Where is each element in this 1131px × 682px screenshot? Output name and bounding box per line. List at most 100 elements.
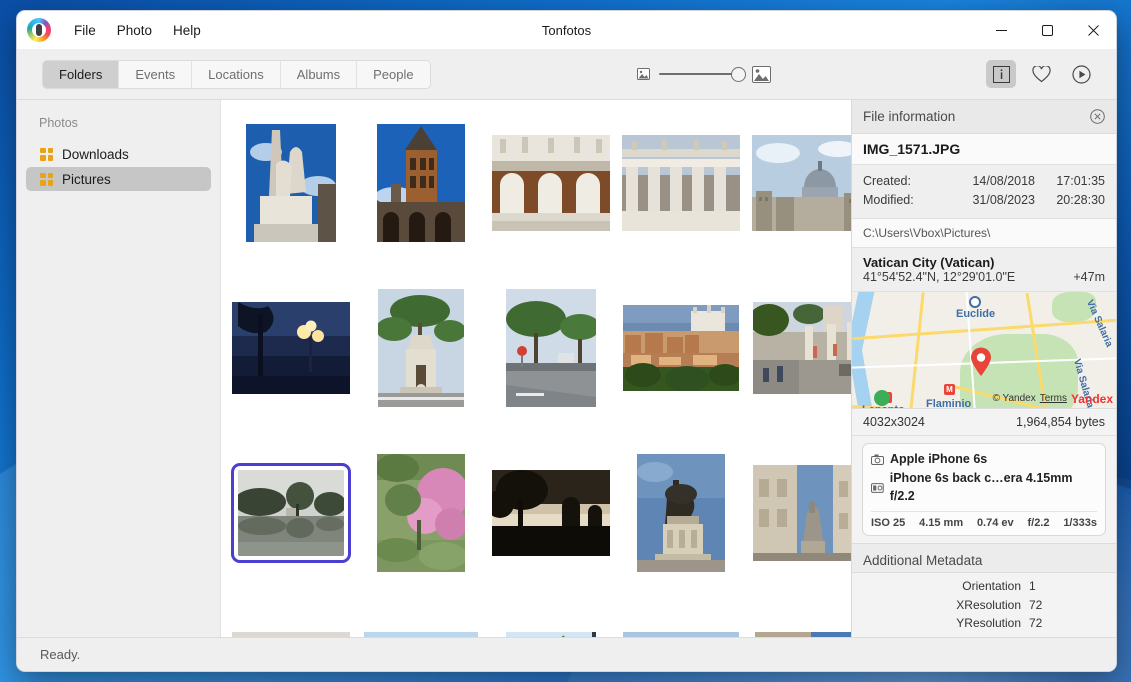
file-name: IMG_1571.JPG [863, 141, 1105, 157]
tonfotos-logo-icon [27, 18, 51, 42]
dome-skyline-photo[interactable] [752, 135, 851, 231]
photo-cell[interactable] [486, 595, 616, 637]
tab-locations[interactable]: Locations [192, 61, 281, 88]
sidebar-item-pictures[interactable]: Pictures [26, 167, 211, 191]
photo-cell[interactable] [486, 265, 616, 430]
info-button[interactable] [986, 60, 1016, 88]
zoom-control [637, 49, 771, 99]
metadata-key: YResolution [863, 614, 1021, 633]
basilica-bell-tower-photo[interactable] [377, 124, 465, 242]
photo-grid[interactable] [221, 100, 851, 637]
photo-cell[interactable] [616, 265, 746, 430]
tab-albums[interactable]: Albums [281, 61, 357, 88]
menu-item-file[interactable]: File [65, 19, 105, 42]
photo-cell[interactable] [356, 100, 486, 265]
exif-aperture: f/2.2 [1027, 517, 1049, 529]
photo-cell[interactable] [616, 595, 746, 637]
street-pines-photo[interactable] [506, 289, 596, 407]
map-attribution: © Yandex Terms Yandex [993, 392, 1113, 406]
created-row: Created: 14/08/2018 17:01:35 [863, 172, 1105, 191]
menu-item-photo[interactable]: Photo [108, 19, 161, 42]
photo-cell[interactable] [226, 430, 356, 595]
path-section[interactable]: C:\Users\Vbox\Pictures\ [852, 219, 1116, 248]
maximize-icon [1042, 25, 1053, 36]
status-text: Ready. [40, 647, 80, 662]
exif-exposure-bias: 0.74 ev [977, 517, 1014, 529]
photo-cell[interactable] [226, 265, 356, 430]
minimize-button[interactable] [978, 11, 1024, 49]
lens-row: iPhone 6s back c…era 4.15mm f/2.2 [871, 469, 1097, 507]
photo-cell[interactable] [356, 265, 486, 430]
photo-cell[interactable] [356, 430, 486, 595]
photo-cell[interactable] [746, 100, 851, 265]
exif-shutter-speed: 1/333s [1063, 517, 1097, 529]
map-station-dot [969, 296, 981, 308]
colonnade-photo[interactable] [622, 135, 740, 231]
view-tabs: Folders Events Locations Albums People [42, 60, 431, 89]
close-button[interactable] [1070, 11, 1116, 49]
church-facade-photo[interactable] [492, 135, 610, 231]
photo-cell[interactable] [616, 100, 746, 265]
zoom-slider[interactable] [659, 67, 743, 81]
info-panel-header: File information [852, 100, 1116, 134]
location-map[interactable]: Euclide M Lepanto M Flaminio Vaticani M … [852, 292, 1116, 409]
sidebar-item-downloads[interactable]: Downloads [26, 142, 211, 166]
street-columns-photo[interactable] [753, 302, 851, 394]
photo-cell[interactable] [746, 265, 851, 430]
pine-trees-photo[interactable] [364, 632, 478, 638]
dark-interior-photo[interactable] [232, 632, 350, 638]
photo-cell[interactable] [746, 430, 851, 595]
photo-row [221, 430, 851, 595]
additional-metadata-title: Additional Metadata [852, 543, 1116, 573]
equestrian-statue-photo[interactable] [637, 454, 725, 572]
photo-cell[interactable] [746, 595, 851, 637]
photo-cell[interactable] [356, 595, 486, 637]
menu-bar: File Photo Help [65, 19, 210, 42]
altitude: +47m [1073, 270, 1105, 284]
exif-iso: ISO 25 [871, 517, 905, 529]
obelisk-statue-photo[interactable] [246, 124, 336, 242]
tab-folders[interactable]: Folders [43, 61, 119, 88]
file-information-panel: File information IMG_1571.JPG Created: 1… [851, 100, 1116, 637]
metadata-row: XResolution 72 [863, 596, 1105, 615]
map-terms-link[interactable]: Terms [1040, 393, 1067, 404]
night-lamppost-photo[interactable] [232, 302, 350, 394]
pink-blossom-photo[interactable] [377, 454, 465, 572]
map-pin-icon [970, 347, 992, 377]
lens-icon [871, 482, 884, 493]
metadata-key: Orientation [863, 577, 1021, 596]
sunset-silhouette-photo[interactable] [492, 470, 610, 556]
map-provider-logo: Yandex [1071, 392, 1113, 406]
dimensions-section: 4032x3024 1,964,854 bytes [852, 409, 1116, 436]
photo-cell[interactable] [616, 430, 746, 595]
location-name: Vatican City (Vatican) [863, 255, 1105, 270]
photo-cell[interactable] [226, 595, 356, 637]
metadata-row: YResolution 72 [863, 614, 1105, 633]
lens-model: iPhone 6s back c…era 4.15mm f/2.2 [890, 469, 1097, 507]
maximize-button[interactable] [1024, 11, 1070, 49]
photo-cell[interactable] [486, 100, 616, 265]
tab-people[interactable]: People [357, 61, 429, 88]
palazzo-photo[interactable] [755, 632, 851, 638]
statue-building-photo[interactable] [753, 465, 851, 561]
sky-clouds-photo[interactable] [623, 632, 739, 638]
zoom-slider-handle[interactable] [731, 67, 746, 82]
modified-time: 20:28:30 [1049, 191, 1105, 210]
slideshow-button[interactable] [1066, 60, 1096, 88]
tree-sky-photo[interactable] [506, 632, 596, 638]
photo-cell[interactable] [486, 430, 616, 595]
tab-events[interactable]: Events [119, 61, 192, 88]
menu-item-help[interactable]: Help [164, 19, 210, 42]
monument-pine-photo[interactable] [378, 289, 464, 407]
photo-cell[interactable] [226, 100, 356, 265]
folder-grid-icon [40, 173, 53, 186]
camera-exif-box: Apple iPhone 6s iPhone 6s back c…era 4.1… [862, 443, 1106, 536]
close-circle-icon[interactable] [1090, 109, 1105, 124]
file-path: C:\Users\Vbox\Pictures\ [863, 226, 1105, 240]
close-icon [1088, 25, 1099, 36]
favorite-button[interactable] [1026, 60, 1056, 88]
coordinates-row: 41°54'52.4"N, 12°29'01.0"E +47m [863, 270, 1105, 284]
map-label: Euclide [956, 308, 995, 320]
lake-reflection-photo[interactable] [238, 470, 344, 556]
rome-rooftops-photo[interactable] [623, 305, 739, 391]
